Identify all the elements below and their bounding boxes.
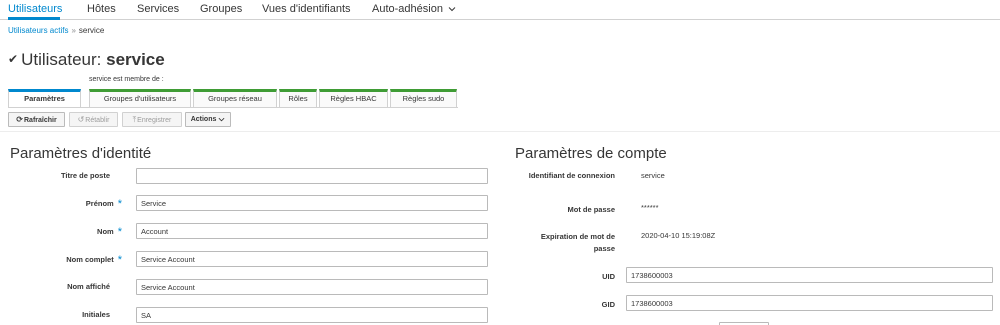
- first-name-input[interactable]: [136, 195, 488, 211]
- check-icon: ✔: [8, 52, 19, 66]
- last-name-input[interactable]: [136, 223, 488, 239]
- required-asterisk-icon: *: [117, 254, 122, 266]
- actions-button-label: Actions: [190, 116, 217, 123]
- revert-button-label: Rétablir: [85, 117, 110, 124]
- nav-groupes[interactable]: Groupes: [200, 3, 242, 15]
- refresh-icon: ⟳: [16, 115, 23, 124]
- tab-groupes-reseau[interactable]: Groupes réseau: [193, 89, 277, 108]
- save-button-label: Enregistrer: [137, 117, 172, 124]
- chevron-down-icon: [218, 117, 225, 122]
- breadcrumb: Utilisateurs actifs» service: [8, 26, 104, 35]
- revert-button[interactable]: ↺Rétablir: [69, 112, 118, 127]
- breadcrumb-separator: »: [71, 26, 76, 35]
- undo-icon: ↺: [77, 115, 85, 124]
- breadcrumb-link-utilisateurs-actifs[interactable]: Utilisateurs actifs: [8, 26, 68, 35]
- tabs-divider: [8, 107, 458, 108]
- required-asterisk-icon: *: [117, 198, 122, 210]
- uid-input[interactable]: [626, 267, 993, 283]
- nav-utilisateurs[interactable]: Utilisateurs: [8, 3, 62, 15]
- tab-groupes-utilisateurs[interactable]: Groupes d'utilisateurs: [89, 89, 191, 108]
- uid-label: UID: [602, 272, 615, 281]
- refresh-button-label: Rafraîchir: [24, 117, 57, 124]
- password-expiration-label: Expiration de mot de passe: [540, 232, 615, 253]
- nav-auto-adhesion-label: Auto-adhésion: [372, 3, 443, 15]
- page-title: ✔ Utilisateur: service: [8, 50, 165, 70]
- required-asterisk-icon: *: [117, 226, 122, 238]
- upload-icon: ⤒: [132, 115, 137, 124]
- gid-label: GID: [601, 300, 615, 309]
- initials-label: Initiales: [82, 310, 110, 319]
- chevron-down-icon: [448, 7, 456, 12]
- display-name-input[interactable]: [136, 279, 488, 295]
- member-of-label: service est membre de :: [89, 76, 164, 83]
- login-label: Identifiant de connexion: [528, 171, 615, 180]
- initials-input[interactable]: [136, 307, 488, 323]
- tab-regles-sudo[interactable]: Règles sudo: [390, 89, 457, 108]
- tab-parametres[interactable]: Paramètres: [8, 89, 81, 108]
- top-navigation: Utilisateurs Hôtes Services Groupes Vues…: [0, 0, 1000, 20]
- nav-hotes[interactable]: Hôtes: [87, 3, 116, 15]
- nav-services[interactable]: Services: [137, 3, 179, 15]
- last-name-label: Nom *: [97, 226, 122, 238]
- refresh-button[interactable]: ⟳Rafraîchir: [8, 112, 65, 127]
- full-name-label: Nom complet *: [66, 254, 122, 266]
- password-label: Mot de passe: [567, 205, 615, 214]
- actions-dropdown-button[interactable]: Actions: [185, 112, 231, 127]
- job-title-input[interactable]: [136, 168, 488, 184]
- full-name-input[interactable]: [136, 251, 488, 267]
- tab-regles-hbac[interactable]: Règles HBAC: [319, 89, 388, 108]
- page-title-name: service: [106, 50, 165, 69]
- active-nav-indicator: [8, 17, 60, 20]
- login-value: service: [641, 171, 665, 180]
- account-section-title: Paramètres de compte: [515, 145, 667, 162]
- identity-section-title: Paramètres d'identité: [10, 145, 152, 162]
- toolbar-divider: [0, 131, 1000, 132]
- gid-input[interactable]: [626, 295, 993, 311]
- first-name-label: Prénom *: [85, 198, 122, 210]
- page-title-prefix: Utilisateur:: [21, 50, 102, 69]
- nav-auto-adhesion[interactable]: Auto-adhésion: [372, 3, 456, 15]
- save-button[interactable]: ⤒Enregistrer: [122, 112, 182, 127]
- display-name-label: Nom affiché: [67, 282, 110, 291]
- nav-vues-identifiants[interactable]: Vues d'identifiants: [262, 3, 351, 15]
- tab-roles[interactable]: Rôles: [279, 89, 317, 108]
- breadcrumb-current: service: [78, 26, 105, 35]
- password-expiration-value: 2020-04-10 15:19:08Z: [641, 231, 716, 240]
- job-title-label: Titre de poste: [60, 171, 110, 180]
- password-value: ******: [641, 203, 659, 212]
